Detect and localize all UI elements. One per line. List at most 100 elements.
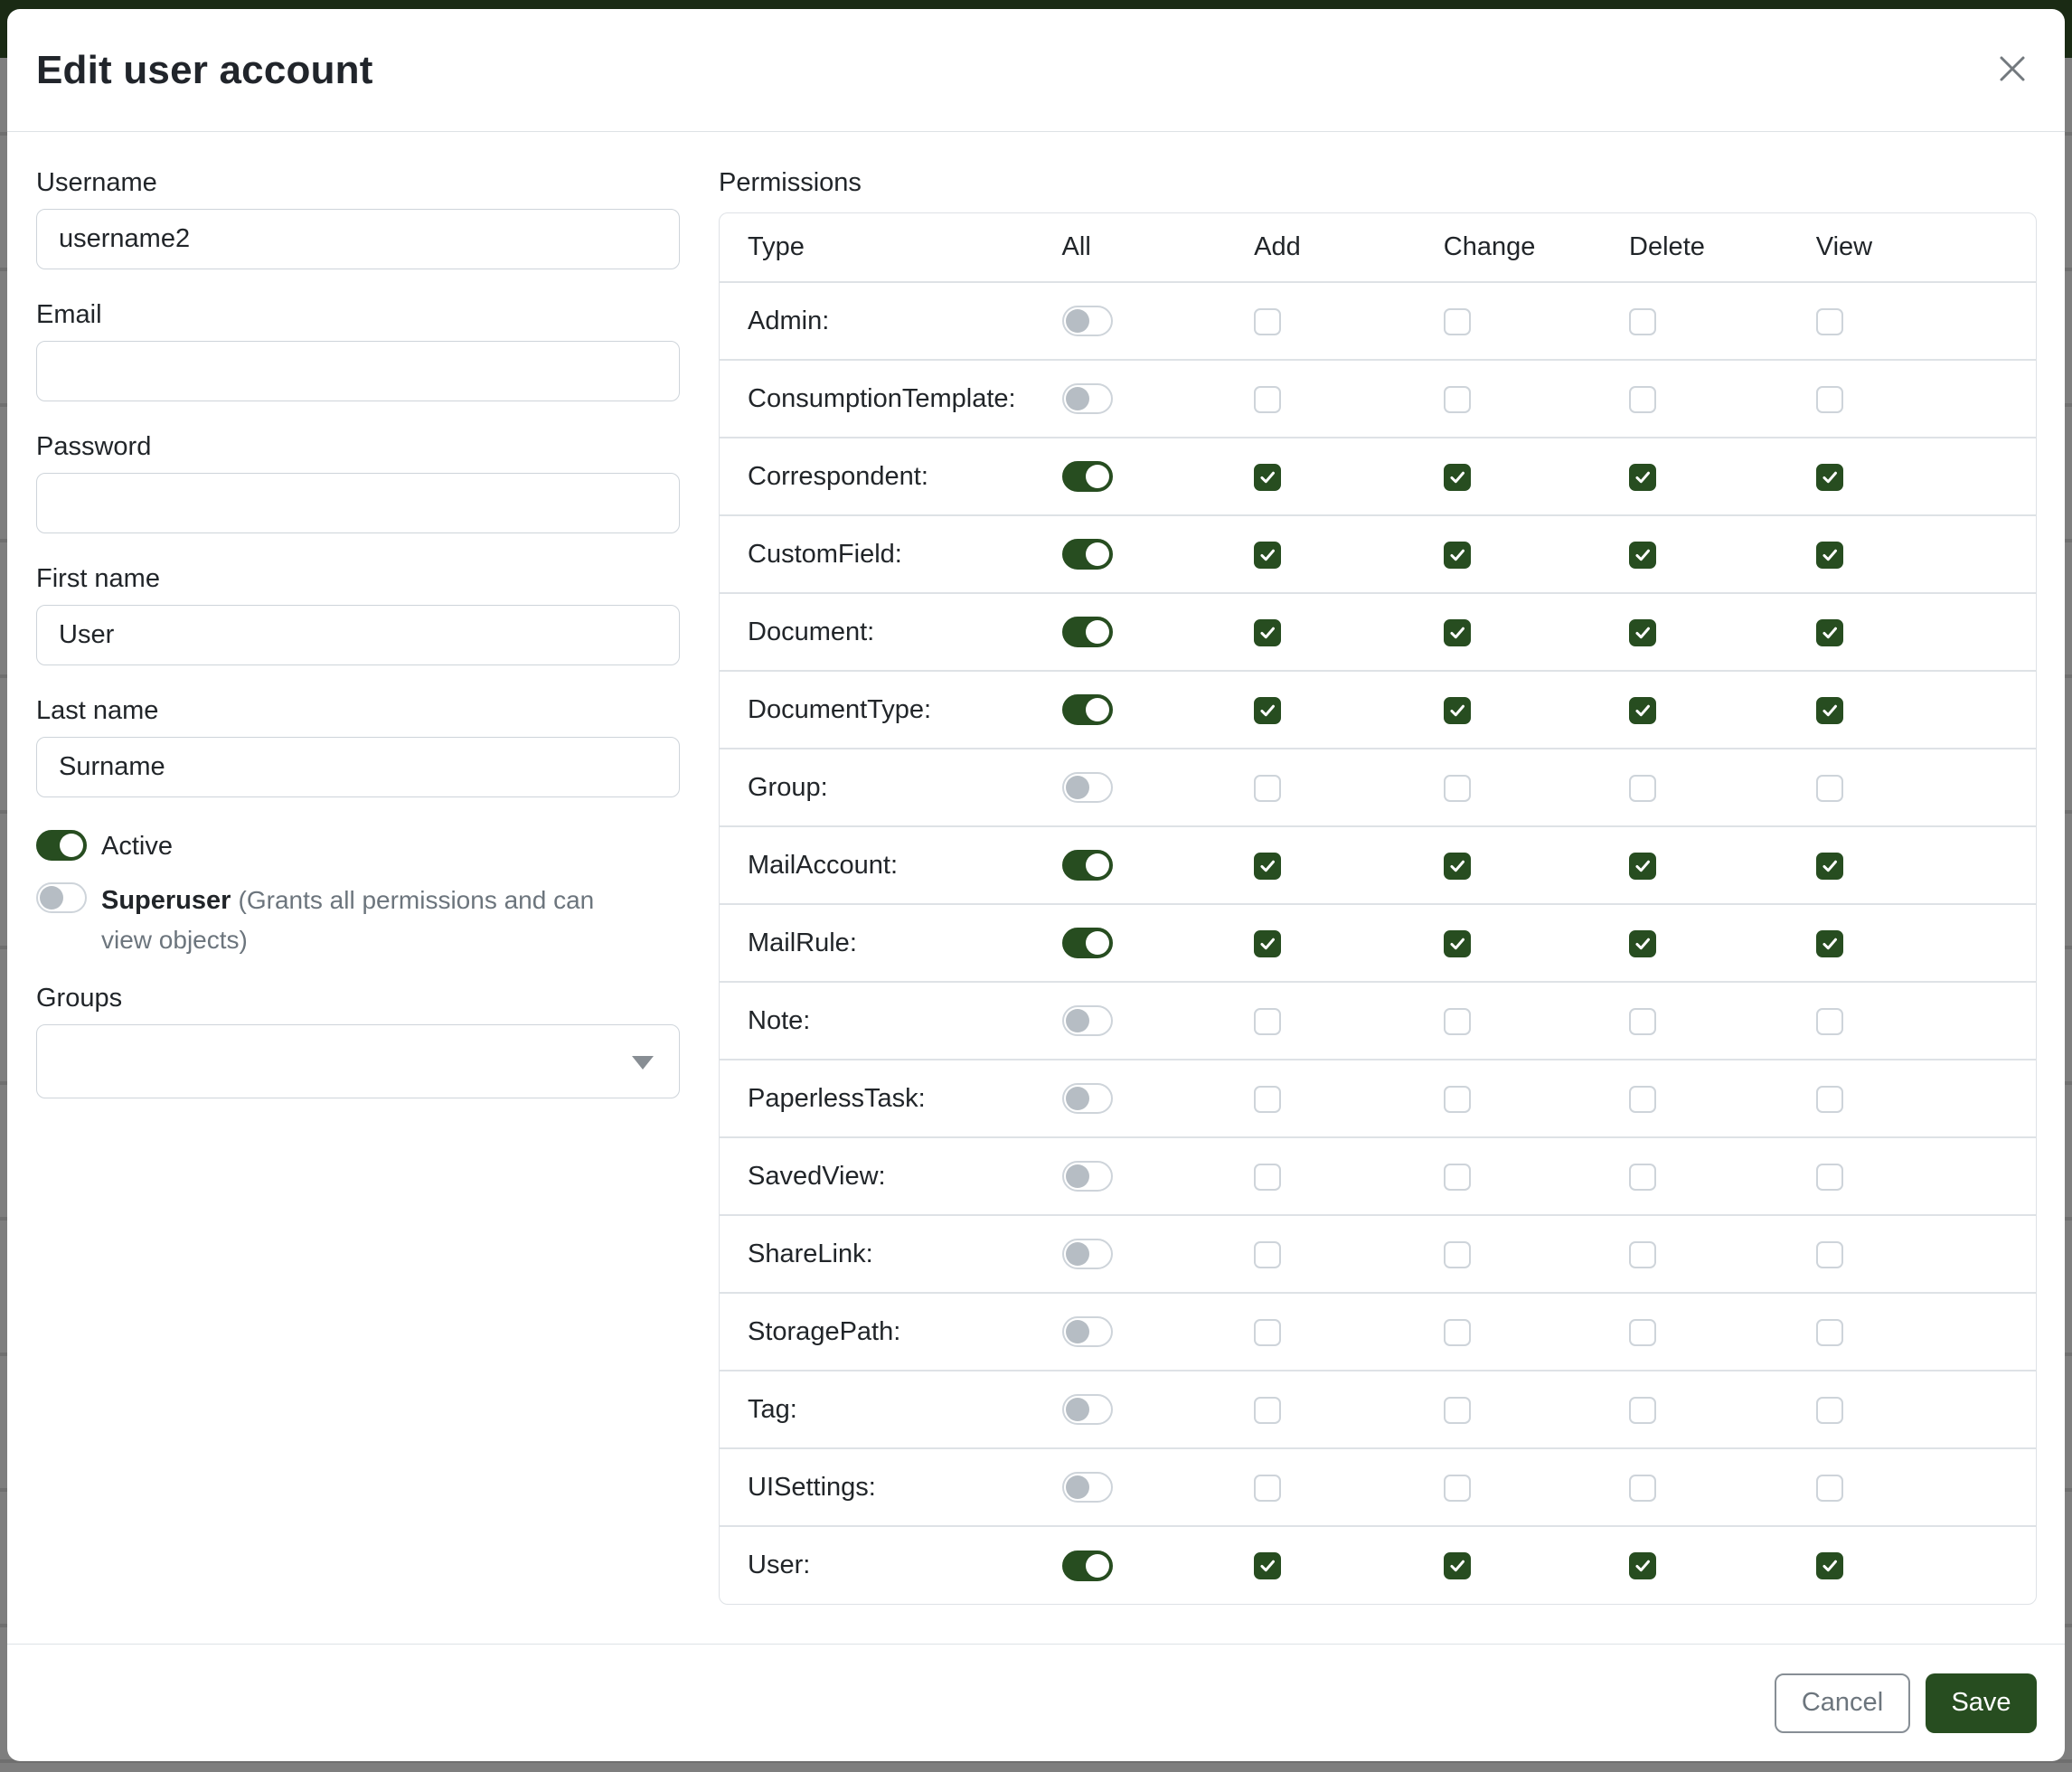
perm-view-checkbox[interactable] [1816, 853, 1843, 880]
last-name-input[interactable] [36, 737, 680, 797]
perm-view-checkbox[interactable] [1816, 1397, 1843, 1424]
perm-all-toggle[interactable] [1062, 539, 1113, 570]
perm-add-checkbox[interactable] [1254, 1164, 1281, 1191]
save-button[interactable]: Save [1926, 1673, 2037, 1733]
perm-delete-checkbox[interactable] [1629, 930, 1656, 957]
perm-change-checkbox[interactable] [1444, 464, 1471, 491]
perm-change-checkbox[interactable] [1444, 542, 1471, 569]
perm-all-toggle[interactable] [1062, 694, 1113, 725]
perm-all-toggle[interactable] [1062, 617, 1113, 647]
perm-all-toggle[interactable] [1062, 1394, 1113, 1425]
perm-view-checkbox[interactable] [1816, 775, 1843, 802]
username-input[interactable] [36, 209, 680, 269]
password-input[interactable] [36, 473, 680, 533]
perm-change-checkbox[interactable] [1444, 1397, 1471, 1424]
perm-all-toggle[interactable] [1062, 461, 1113, 492]
perm-delete-checkbox[interactable] [1629, 1475, 1656, 1502]
permission-row: SavedView: [720, 1137, 2036, 1215]
permission-row: MailRule: [720, 904, 2036, 982]
perm-add-checkbox[interactable] [1254, 1086, 1281, 1113]
permissions-table-body: Admin:ConsumptionTemplate:Correspondent:… [720, 282, 2036, 1604]
active-toggle[interactable] [36, 830, 87, 861]
perm-change-checkbox[interactable] [1444, 853, 1471, 880]
perm-all-toggle[interactable] [1062, 1161, 1113, 1192]
perm-all-toggle[interactable] [1062, 383, 1113, 414]
perm-add-checkbox[interactable] [1254, 930, 1281, 957]
perm-delete-checkbox[interactable] [1629, 1552, 1656, 1579]
perm-delete-checkbox[interactable] [1629, 1319, 1656, 1346]
perm-change-checkbox[interactable] [1444, 1008, 1471, 1035]
perm-delete-checkbox[interactable] [1629, 1241, 1656, 1268]
perm-add-checkbox[interactable] [1254, 1319, 1281, 1346]
perm-view-checkbox[interactable] [1816, 542, 1843, 569]
perm-all-toggle[interactable] [1062, 928, 1113, 958]
perm-add-checkbox[interactable] [1254, 1241, 1281, 1268]
perm-change-checkbox[interactable] [1444, 697, 1471, 724]
perm-all-toggle[interactable] [1062, 1005, 1113, 1036]
perm-view-checkbox[interactable] [1816, 619, 1843, 646]
perm-all-toggle[interactable] [1062, 1239, 1113, 1269]
perm-all-toggle[interactable] [1062, 1316, 1113, 1347]
toggle-knob [1086, 853, 1109, 877]
perm-change-checkbox[interactable] [1444, 1241, 1471, 1268]
perm-delete-checkbox[interactable] [1629, 775, 1656, 802]
perm-view-checkbox[interactable] [1816, 1552, 1843, 1579]
perm-view-checkbox[interactable] [1816, 1241, 1843, 1268]
perm-delete-checkbox[interactable] [1629, 619, 1656, 646]
perm-change-checkbox[interactable] [1444, 619, 1471, 646]
perm-delete-checkbox[interactable] [1629, 697, 1656, 724]
perm-delete-checkbox[interactable] [1629, 386, 1656, 413]
perm-change-checkbox[interactable] [1444, 308, 1471, 335]
perm-add-checkbox[interactable] [1254, 1475, 1281, 1502]
perm-add-checkbox[interactable] [1254, 1008, 1281, 1035]
perm-all-toggle[interactable] [1062, 1550, 1113, 1581]
superuser-toggle[interactable] [36, 882, 87, 913]
perm-change-checkbox[interactable] [1444, 1164, 1471, 1191]
perm-add-checkbox[interactable] [1254, 386, 1281, 413]
perm-add-checkbox[interactable] [1254, 1397, 1281, 1424]
perm-view-checkbox[interactable] [1816, 464, 1843, 491]
perm-add-checkbox[interactable] [1254, 775, 1281, 802]
email-input[interactable] [36, 341, 680, 401]
first-name-input[interactable] [36, 605, 680, 665]
perm-add-checkbox[interactable] [1254, 464, 1281, 491]
perm-delete-checkbox[interactable] [1629, 1008, 1656, 1035]
perm-all-toggle[interactable] [1062, 1472, 1113, 1503]
perm-add-checkbox[interactable] [1254, 308, 1281, 335]
perm-view-checkbox[interactable] [1816, 1164, 1843, 1191]
perm-add-checkbox[interactable] [1254, 1552, 1281, 1579]
close-button[interactable] [1992, 51, 2032, 90]
perm-view-checkbox[interactable] [1816, 1475, 1843, 1502]
perm-view-checkbox[interactable] [1816, 308, 1843, 335]
perm-add-checkbox[interactable] [1254, 697, 1281, 724]
perm-delete-checkbox[interactable] [1629, 1397, 1656, 1424]
perm-delete-checkbox[interactable] [1629, 1086, 1656, 1113]
perm-change-checkbox[interactable] [1444, 1086, 1471, 1113]
perm-change-checkbox[interactable] [1444, 775, 1471, 802]
perm-all-toggle[interactable] [1062, 1083, 1113, 1114]
perm-change-checkbox[interactable] [1444, 1475, 1471, 1502]
perm-all-toggle[interactable] [1062, 306, 1113, 336]
perm-view-checkbox[interactable] [1816, 1319, 1843, 1346]
perm-delete-checkbox[interactable] [1629, 853, 1656, 880]
perm-delete-checkbox[interactable] [1629, 542, 1656, 569]
perm-all-toggle[interactable] [1062, 772, 1113, 803]
perm-add-checkbox[interactable] [1254, 542, 1281, 569]
perm-add-checkbox[interactable] [1254, 853, 1281, 880]
perm-delete-checkbox[interactable] [1629, 308, 1656, 335]
perm-change-checkbox[interactable] [1444, 386, 1471, 413]
perm-change-checkbox[interactable] [1444, 1319, 1471, 1346]
perm-change-checkbox[interactable] [1444, 930, 1471, 957]
cancel-button[interactable]: Cancel [1775, 1673, 1910, 1733]
perm-change-checkbox[interactable] [1444, 1552, 1471, 1579]
perm-view-checkbox[interactable] [1816, 697, 1843, 724]
perm-delete-checkbox[interactable] [1629, 1164, 1656, 1191]
perm-view-checkbox[interactable] [1816, 386, 1843, 413]
perm-view-checkbox[interactable] [1816, 1086, 1843, 1113]
perm-view-checkbox[interactable] [1816, 1008, 1843, 1035]
perm-view-checkbox[interactable] [1816, 930, 1843, 957]
groups-select[interactable] [36, 1024, 680, 1098]
perm-add-checkbox[interactable] [1254, 619, 1281, 646]
perm-delete-checkbox[interactable] [1629, 464, 1656, 491]
perm-all-toggle[interactable] [1062, 850, 1113, 881]
